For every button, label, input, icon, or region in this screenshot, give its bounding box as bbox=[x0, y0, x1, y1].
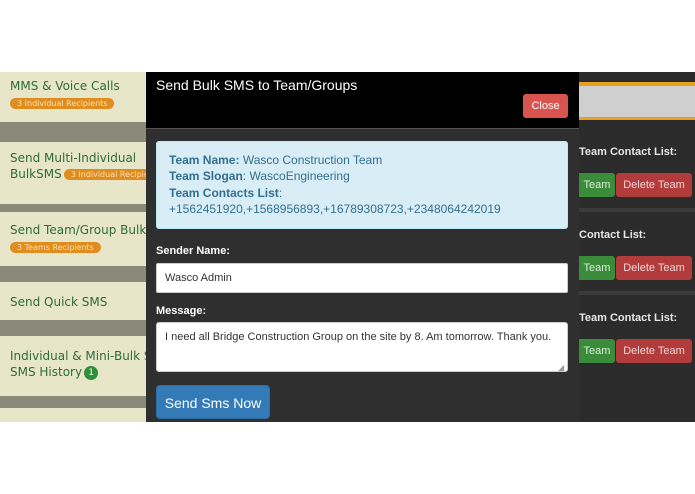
message-label: Message: bbox=[156, 305, 207, 317]
team-info-box: Team Name: Wasco Construction Team Team … bbox=[156, 141, 568, 229]
send-bulk-sms-modal: Send Bulk SMS to Team/Groups Close Team … bbox=[146, 72, 579, 422]
team-contacts-label: Team Contacts List bbox=[169, 185, 279, 200]
close-button[interactable]: Close bbox=[523, 94, 568, 118]
team-contacts-separator: : bbox=[278, 185, 283, 200]
team-contacts-row: Team Contacts List: bbox=[169, 185, 555, 201]
sidebar-item-label: Send Team/Group BulkSMS bbox=[10, 223, 146, 237]
sidebar-item-label: Individual & Mini-Bulk Se bbox=[10, 349, 146, 363]
send-sms-button[interactable]: Send Sms Now bbox=[156, 385, 270, 419]
team-slogan-value: : WascoEngineering bbox=[242, 169, 350, 184]
modal-title: Send Bulk SMS to Team/Groups bbox=[156, 77, 358, 93]
recipients-badge: 3 Individual Recipients bbox=[63, 169, 146, 180]
sidebar-item-mms-voice[interactable]: MMS & Voice Calls 3 Individual Recipient… bbox=[0, 72, 146, 122]
sidebar-item-label: Send Quick SMS bbox=[10, 295, 108, 309]
team-contact-list-label: Contact List: bbox=[579, 229, 647, 241]
divider bbox=[579, 291, 695, 295]
sidebar-item-sms-history[interactable]: Individual & Mini-Bulk Se SMS History 1 bbox=[0, 336, 146, 396]
sidebar-item-quick-sms[interactable]: Send Quick SMS bbox=[0, 282, 146, 320]
sidebar: MMS & Voice Calls 3 Individual Recipient… bbox=[0, 72, 146, 422]
delete-team-button[interactable]: Delete Team bbox=[616, 339, 692, 363]
message-textarea[interactable]: I need all Bridge Construction Group on … bbox=[156, 322, 568, 372]
sidebar-item-label: Send Multi-Individual bbox=[10, 151, 137, 165]
sidebar-item-label: BulkSMS bbox=[10, 167, 62, 181]
sender-name-input[interactable] bbox=[156, 263, 568, 293]
recipients-badge: 3 Individual Recipients bbox=[10, 98, 115, 109]
team-contacts-value: +1562451920,+1568956893,+16789308723,+23… bbox=[169, 201, 501, 216]
team-button[interactable]: Team bbox=[579, 256, 615, 280]
team-panel-header bbox=[579, 82, 695, 120]
team-button[interactable]: Team bbox=[579, 339, 615, 363]
sender-name-label: Sender Name: bbox=[156, 245, 230, 257]
team-slogan-row: Team Slogan: WascoEngineering bbox=[169, 168, 555, 184]
recipients-badge: 3 Teams Recipients bbox=[10, 242, 101, 253]
team-name-row: Team Name: Wasco Construction Team bbox=[169, 152, 555, 168]
divider bbox=[579, 208, 695, 212]
modal-header: Send Bulk SMS to Team/Groups Close bbox=[146, 72, 579, 129]
sidebar-item-team-group[interactable]: Send Team/Group BulkSMS 3 Teams Recipien… bbox=[0, 212, 146, 266]
app-viewport: MMS & Voice Calls 3 Individual Recipient… bbox=[0, 72, 695, 422]
team-button[interactable]: Team bbox=[579, 173, 615, 197]
team-name-value: Wasco Construction Team bbox=[239, 153, 383, 167]
sidebar-item-label: SMS History bbox=[10, 365, 83, 379]
team-contact-list-label: Team Contact List: bbox=[579, 312, 678, 324]
team-slogan-label: Team Slogan bbox=[169, 169, 243, 184]
sidebar-item-partial bbox=[0, 408, 146, 422]
team-name-label: Team Name: bbox=[169, 153, 240, 167]
sidebar-item-multi-individual[interactable]: Send Multi-Individual BulkSMS 3 Individua… bbox=[0, 142, 146, 204]
team-contact-list-label: Team Contact List: bbox=[579, 146, 678, 158]
team-list-panel bbox=[579, 72, 695, 422]
history-count-badge: 1 bbox=[84, 366, 99, 380]
delete-team-button[interactable]: Delete Team bbox=[616, 173, 692, 197]
delete-team-button[interactable]: Delete Team bbox=[616, 256, 692, 280]
sidebar-item-label: MMS & Voice Calls bbox=[10, 79, 120, 93]
resize-grip-icon[interactable]: ◢ bbox=[558, 363, 564, 372]
